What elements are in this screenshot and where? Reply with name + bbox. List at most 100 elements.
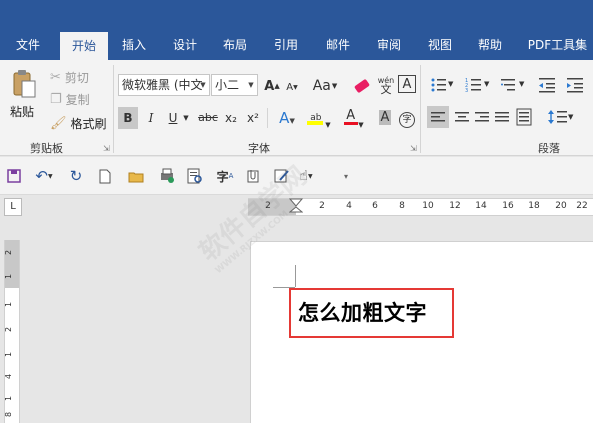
print-preview-icon[interactable] xyxy=(157,166,177,186)
tab-view[interactable]: 视图 xyxy=(419,37,461,60)
ribbon-home: 粘贴 ✂ 剪切 ❐ 复制 🖌 格式刷 剪贴板 ⇲ 微软雅黑 (中文 ▼ 小二 ▼… xyxy=(0,60,593,156)
open-folder-icon[interactable] xyxy=(126,166,146,186)
chevron-down-icon[interactable]: ▼ xyxy=(484,80,489,88)
tab-pdf-tools[interactable]: PDF工具集 xyxy=(522,37,593,60)
ruler-number: 14 xyxy=(475,201,487,211)
attach-icon[interactable] xyxy=(243,166,263,186)
format-painter-button[interactable]: 🖌 格式刷 xyxy=(50,114,107,132)
chevron-down-icon[interactable]: ▼ xyxy=(448,80,453,88)
paste-button-label[interactable]: 粘贴 xyxy=(10,103,34,120)
ruler-number: 1 xyxy=(4,273,14,280)
tab-file[interactable]: 文件 xyxy=(5,37,51,60)
ruler-number: 2 xyxy=(265,201,271,211)
tab-review[interactable]: 审阅 xyxy=(368,37,410,60)
change-case-button[interactable]: Aa ▼ xyxy=(311,77,339,95)
tab-home[interactable]: 开始 xyxy=(60,32,108,60)
customize-qat-icon[interactable]: ▾ xyxy=(336,166,356,186)
font-family-value: 微软雅黑 (中文 xyxy=(122,78,203,92)
undo-icon[interactable]: ↶ ▼ xyxy=(34,166,54,186)
align-left-icon xyxy=(431,112,445,122)
multilevel-list-icon[interactable] xyxy=(500,76,520,94)
ruler-number: 10 xyxy=(422,201,434,211)
ruler-number: 2 xyxy=(4,326,14,333)
ruler-number: 8 xyxy=(4,411,14,418)
superscript-button[interactable]: x² xyxy=(244,107,262,129)
text-effects-button[interactable]: A▼ xyxy=(274,107,300,129)
subscript-button[interactable]: x₂ xyxy=(222,107,240,129)
tab-layout[interactable]: 布局 xyxy=(214,37,256,60)
bold-button[interactable]: B xyxy=(118,107,138,129)
clear-format-button[interactable] xyxy=(352,77,372,95)
edit-doc-icon[interactable] xyxy=(272,166,292,186)
divider xyxy=(113,65,114,153)
cut-button[interactable]: ✂ 剪切 xyxy=(50,68,89,86)
ruler-number: 8 xyxy=(399,201,405,211)
new-document-icon[interactable] xyxy=(95,166,115,186)
spell-check-icon[interactable] xyxy=(184,166,204,186)
paintbrush-icon: 🖌 xyxy=(50,115,67,131)
vertical-ruler[interactable]: 2 1 1 2 1 4 1 8 xyxy=(4,240,20,423)
font-family-combo[interactable]: 微软雅黑 (中文 ▼ xyxy=(118,74,210,96)
touch-mode-icon[interactable]: ☝ ▼ xyxy=(296,166,316,186)
increase-indent-icon[interactable] xyxy=(566,76,584,94)
underline-dropdown-icon[interactable]: ▼ xyxy=(181,107,191,129)
divider xyxy=(420,65,421,153)
save-icon[interactable] xyxy=(4,166,24,186)
tab-insert[interactable]: 插入 xyxy=(113,37,155,60)
font-launcher-icon[interactable]: ⇲ xyxy=(410,144,417,153)
justify-icon[interactable] xyxy=(495,111,509,123)
highlighter-icon: ab xyxy=(307,107,325,127)
highlight-box xyxy=(289,288,454,338)
clipboard-launcher-icon[interactable]: ⇲ xyxy=(103,144,110,153)
char-border-button[interactable]: A xyxy=(398,75,416,93)
align-center-icon[interactable] xyxy=(455,111,469,123)
enclose-char-button[interactable]: 字 xyxy=(397,107,417,129)
numbering-icon[interactable]: 123 xyxy=(465,76,485,94)
ruler-number: 4 xyxy=(346,201,352,211)
clipboard-group-label: 剪贴板 xyxy=(30,142,63,155)
chevron-down-icon[interactable]: ▼ xyxy=(519,80,524,88)
scissors-icon: ✂ xyxy=(50,69,61,85)
char-shading-button[interactable]: A xyxy=(375,107,395,129)
paragraph-group-label: 段落 xyxy=(538,142,560,155)
tab-design[interactable]: 设计 xyxy=(164,37,206,60)
eraser-icon xyxy=(353,78,371,94)
align-right-icon[interactable] xyxy=(475,111,489,123)
tab-selector[interactable]: L xyxy=(4,198,22,216)
svg-text:3: 3 xyxy=(465,88,468,94)
italic-button[interactable]: I xyxy=(143,107,159,129)
copy-icon: ❐ xyxy=(50,91,62,107)
ruler-number: 16 xyxy=(502,201,514,211)
shrink-font-button[interactable]: A ▼ xyxy=(284,79,300,95)
tab-mailings[interactable]: 邮件 xyxy=(317,37,359,60)
align-left-button[interactable] xyxy=(427,106,449,128)
ribbon-tabs: 文件 开始 插入 设计 布局 引用 邮件 审阅 视图 帮助 PDF工具集 xyxy=(0,0,593,60)
phonetic-guide-button[interactable]: wén 文 xyxy=(375,74,397,96)
copy-button[interactable]: ❐ 复制 xyxy=(50,90,90,108)
ruler-number: 1 xyxy=(4,351,14,358)
distributed-icon[interactable] xyxy=(516,108,532,126)
highlight-button[interactable]: ab ▼ xyxy=(304,107,334,129)
tab-help[interactable]: 帮助 xyxy=(469,37,511,60)
chevron-down-icon[interactable]: ▼ xyxy=(568,113,573,121)
crop-mark xyxy=(295,265,296,287)
ruler-number: 1 xyxy=(4,301,14,308)
grow-font-button[interactable]: A ▲ xyxy=(263,77,281,95)
strikethrough-button[interactable]: abc xyxy=(196,107,220,129)
ruler-number: 4 xyxy=(4,373,14,380)
redo-icon[interactable]: ↻ xyxy=(66,166,86,186)
indent-marker-icon[interactable] xyxy=(289,198,303,216)
char-spacing-icon[interactable]: 字A xyxy=(215,166,235,186)
font-color-button[interactable]: A ▼ xyxy=(340,107,368,129)
bullets-icon[interactable] xyxy=(430,76,450,94)
horizontal-ruler[interactable]: 2 2 4 6 8 10 12 14 16 18 20 22 xyxy=(248,198,593,216)
font-size-combo[interactable]: 小二 ▼ xyxy=(211,74,258,96)
tab-references[interactable]: 引用 xyxy=(265,37,307,60)
cut-label: 剪切 xyxy=(64,70,89,85)
underline-button[interactable]: U xyxy=(165,107,181,129)
divider xyxy=(267,108,268,128)
line-spacing-icon[interactable] xyxy=(548,108,568,126)
paste-icon[interactable] xyxy=(12,69,36,99)
ruler-number: 1 xyxy=(4,395,14,402)
decrease-indent-icon[interactable] xyxy=(538,76,556,94)
